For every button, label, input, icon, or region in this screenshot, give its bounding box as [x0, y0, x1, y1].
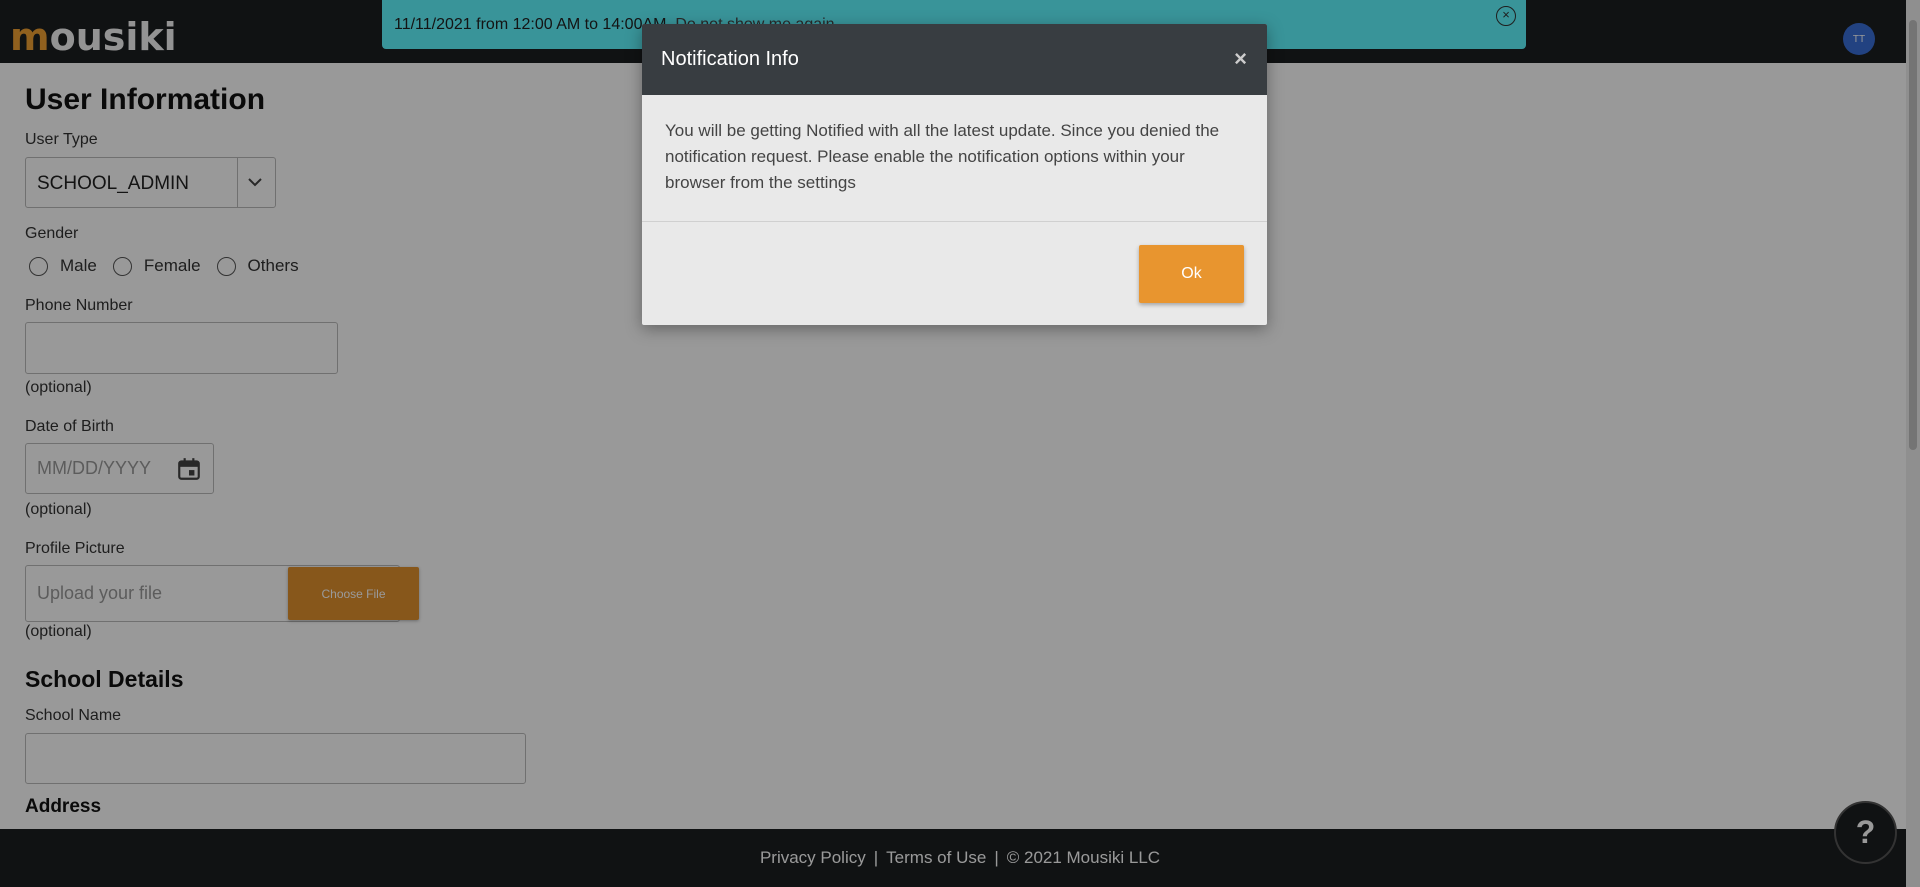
- modal-title: Notification Info: [661, 48, 799, 70]
- modal-message: You will be getting Notified with all th…: [665, 121, 1220, 192]
- ok-button[interactable]: Ok: [1139, 245, 1244, 303]
- modal-header: Notification Info ×: [642, 24, 1267, 95]
- modal-divider: [642, 221, 1267, 222]
- notification-info-modal: Notification Info × You will be getting …: [642, 24, 1267, 325]
- close-icon[interactable]: ×: [1234, 46, 1247, 72]
